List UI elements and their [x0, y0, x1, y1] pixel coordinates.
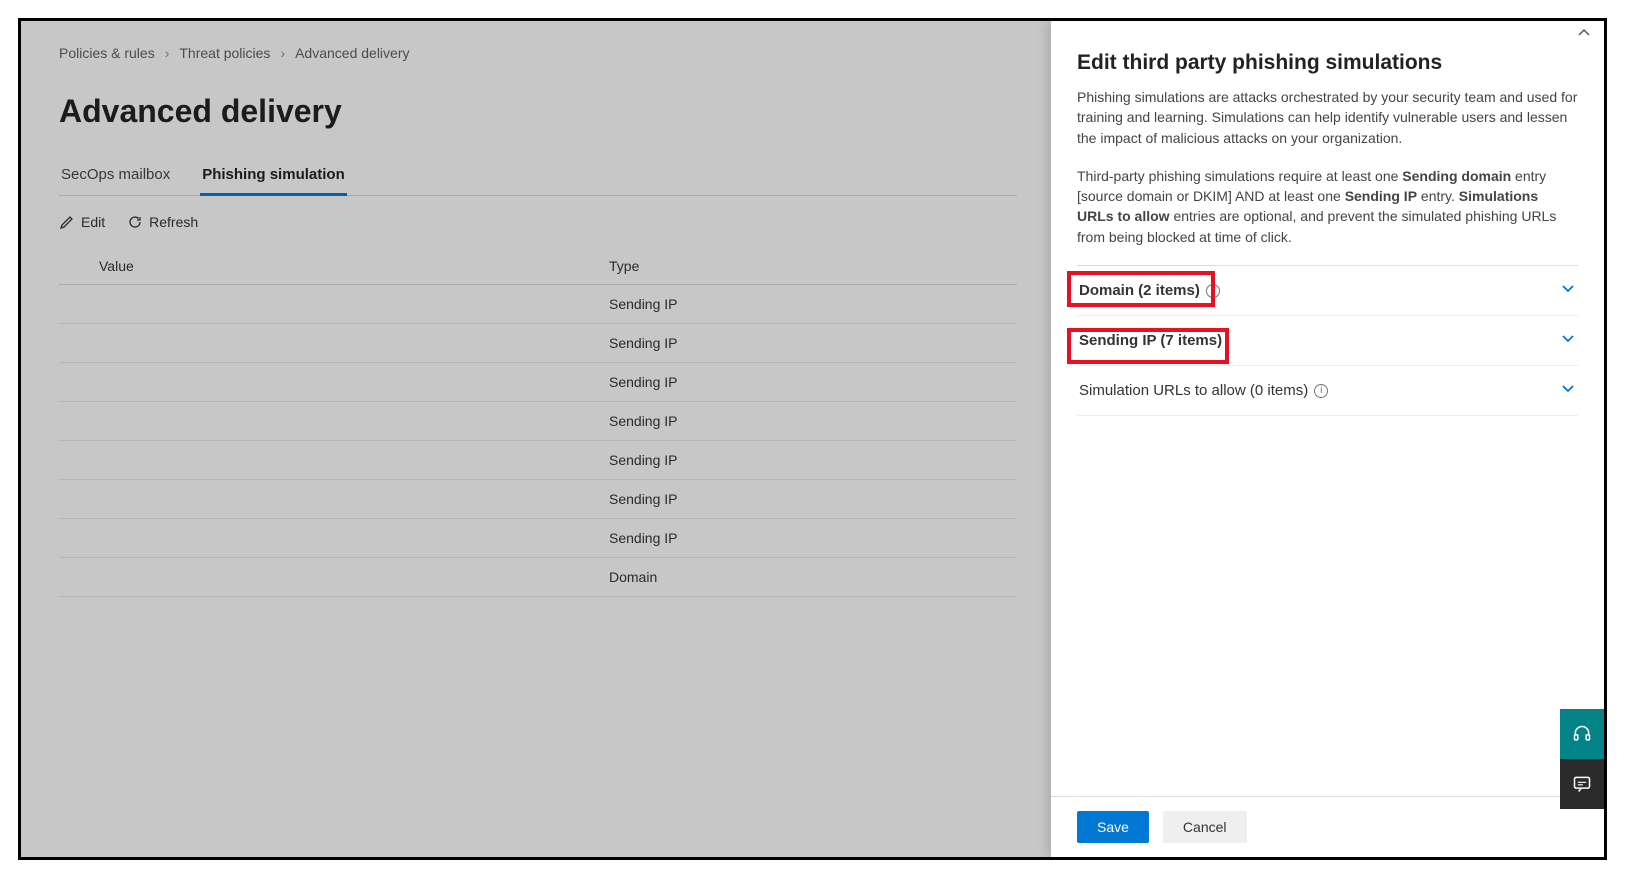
- headset-icon: [1572, 724, 1592, 744]
- chevron-up-icon: [1576, 25, 1592, 41]
- tab-phishing-simulation[interactable]: Phishing simulation: [200, 156, 347, 196]
- cell-value: [99, 413, 609, 429]
- cell-type: Sending IP: [609, 452, 1017, 468]
- table-row[interactable]: Domain: [59, 558, 1017, 597]
- table-row[interactable]: Sending IP: [59, 480, 1017, 519]
- cell-value: [99, 374, 609, 390]
- accordion-urls-label: Simulation URLs to allow (0 items): [1079, 382, 1308, 399]
- collapse-panel-button[interactable]: [1576, 25, 1592, 46]
- accordion-domain[interactable]: Domain (2 items) i: [1077, 266, 1578, 316]
- edit-button[interactable]: Edit: [59, 214, 105, 230]
- panel-footer: Save Cancel: [1051, 796, 1604, 857]
- side-action-column: [1560, 709, 1604, 809]
- main-content-dimmed: Policies & rules › Threat policies › Adv…: [21, 21, 1055, 857]
- edit-phishing-flyout: Edit third party phishing simulations Ph…: [1051, 21, 1604, 857]
- breadcrumb: Policies & rules › Threat policies › Adv…: [59, 45, 1017, 61]
- table-row[interactable]: Sending IP: [59, 519, 1017, 558]
- panel-description-1: Phishing simulations are attacks orchest…: [1077, 87, 1578, 148]
- cell-value: [99, 296, 609, 312]
- chevron-right-icon: ›: [280, 45, 285, 61]
- cell-value: [99, 569, 609, 585]
- text-bold: Sending IP: [1345, 188, 1417, 204]
- cell-type: Sending IP: [609, 374, 1017, 390]
- info-icon[interactable]: i: [1314, 384, 1328, 398]
- breadcrumb-level3[interactable]: Advanced delivery: [295, 45, 409, 61]
- accordion-sendingip-label: Sending IP (7 items): [1079, 332, 1222, 349]
- tabs: SecOps mailbox Phishing simulation: [59, 156, 1017, 196]
- table-header: Value Type: [59, 248, 1017, 285]
- help-button[interactable]: [1560, 709, 1604, 759]
- cell-type: Sending IP: [609, 413, 1017, 429]
- breadcrumb-level1[interactable]: Policies & rules: [59, 45, 155, 61]
- text: Third-party phishing simulations require…: [1077, 168, 1402, 184]
- cell-type: Sending IP: [609, 335, 1017, 351]
- refresh-label: Refresh: [149, 214, 198, 230]
- info-icon[interactable]: i: [1206, 284, 1220, 298]
- chevron-right-icon: ›: [165, 45, 170, 61]
- cell-type: Sending IP: [609, 296, 1017, 312]
- pencil-icon: [59, 214, 75, 230]
- accordion-sending-ip[interactable]: Sending IP (7 items): [1077, 316, 1578, 366]
- table-row[interactable]: Sending IP: [59, 324, 1017, 363]
- table-row[interactable]: Sending IP: [59, 285, 1017, 324]
- cell-value: [99, 530, 609, 546]
- panel-title: Edit third party phishing simulations: [1077, 51, 1578, 75]
- chevron-down-icon: [1560, 380, 1576, 401]
- table-row[interactable]: Sending IP: [59, 402, 1017, 441]
- column-header-type[interactable]: Type: [609, 258, 1017, 274]
- text: entry.: [1417, 188, 1459, 204]
- cell-value: [99, 452, 609, 468]
- accordion-simulation-urls[interactable]: Simulation URLs to allow (0 items) i: [1077, 366, 1578, 416]
- toolbar: Edit Refresh: [59, 214, 1017, 230]
- breadcrumb-level2[interactable]: Threat policies: [179, 45, 270, 61]
- save-button[interactable]: Save: [1077, 811, 1149, 843]
- feedback-button[interactable]: [1560, 759, 1604, 809]
- cell-type: Sending IP: [609, 491, 1017, 507]
- refresh-icon: [127, 214, 143, 230]
- chevron-down-icon: [1560, 280, 1576, 301]
- page-title: Advanced delivery: [59, 93, 1017, 130]
- panel-description-2: Third-party phishing simulations require…: [1077, 166, 1578, 247]
- cell-type: Sending IP: [609, 530, 1017, 546]
- feedback-icon: [1572, 774, 1592, 794]
- table-row[interactable]: Sending IP: [59, 441, 1017, 480]
- edit-label: Edit: [81, 214, 105, 230]
- cell-value: [99, 335, 609, 351]
- tab-secops-mailbox[interactable]: SecOps mailbox: [59, 156, 172, 195]
- cell-value: [99, 491, 609, 507]
- chevron-down-icon: [1560, 330, 1576, 351]
- refresh-button[interactable]: Refresh: [127, 214, 198, 230]
- column-header-value[interactable]: Value: [99, 258, 609, 274]
- accordion-domain-label: Domain (2 items): [1079, 282, 1200, 299]
- cell-type: Domain: [609, 569, 1017, 585]
- cancel-button[interactable]: Cancel: [1163, 811, 1247, 843]
- table-row[interactable]: Sending IP: [59, 363, 1017, 402]
- text-bold: Sending domain: [1402, 168, 1511, 184]
